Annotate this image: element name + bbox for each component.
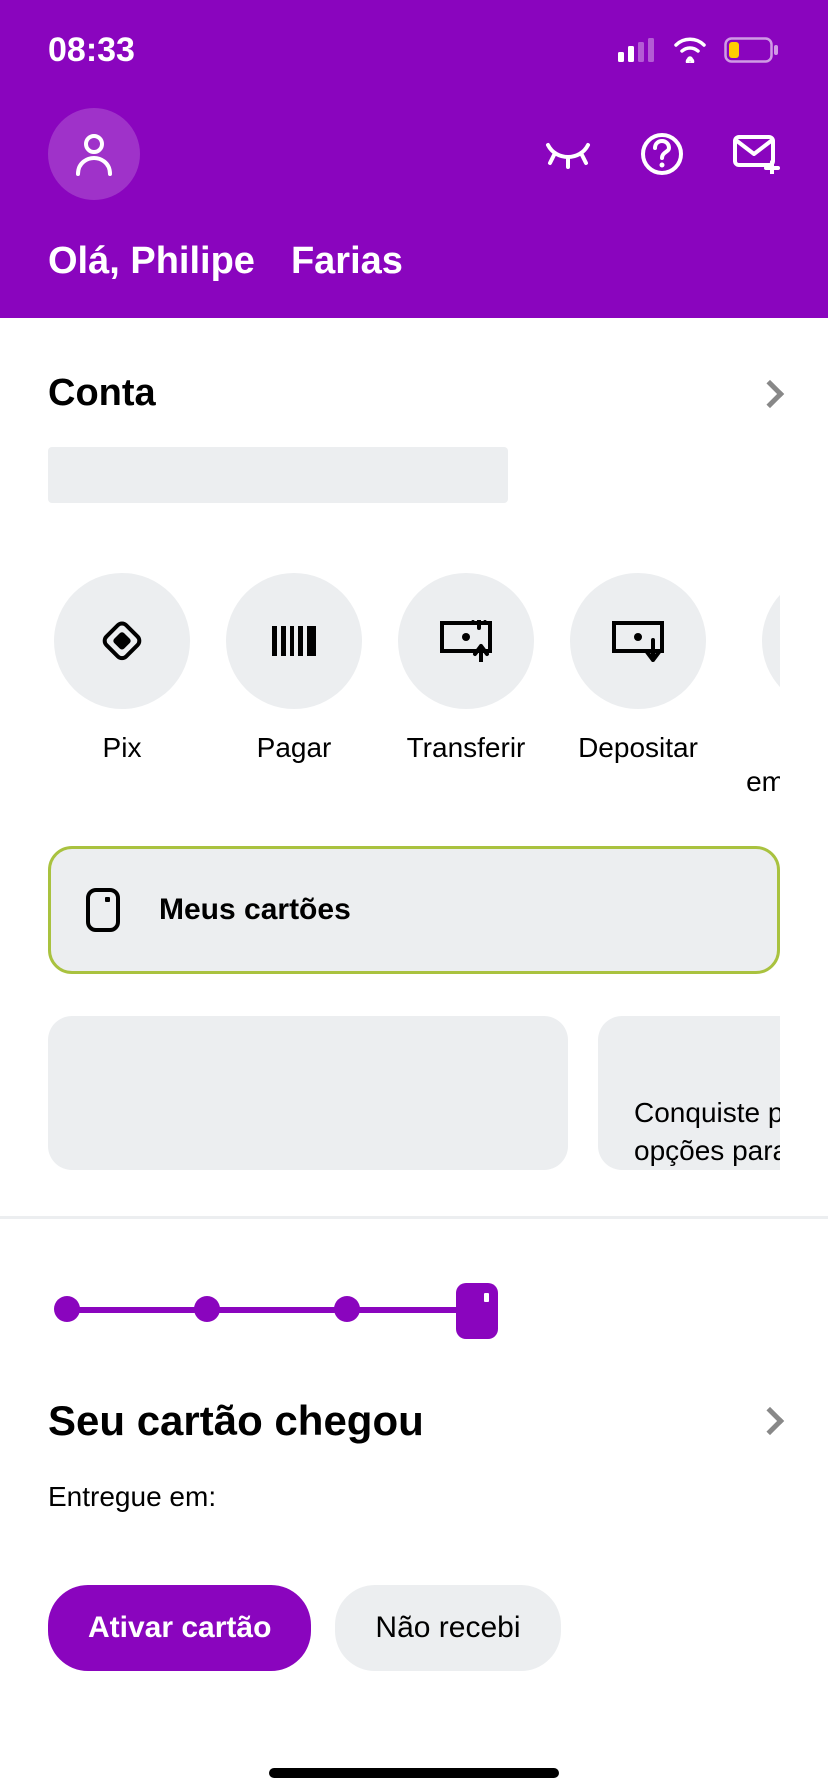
action-label: Pix xyxy=(103,731,142,765)
barcode-icon xyxy=(272,626,316,656)
main-content: Conta Pix Pagar xyxy=(0,372,828,1170)
promo-text: Conquiste p opções para xyxy=(634,1097,780,1166)
section-divider xyxy=(0,1216,828,1219)
action-transferir[interactable]: Transferir xyxy=(392,573,540,798)
eye-closed-icon[interactable] xyxy=(544,139,592,169)
quick-actions: Pix Pagar xyxy=(48,573,780,798)
person-icon xyxy=(74,132,114,176)
app-header: 08:33 xyxy=(0,0,828,318)
card-delivery-progress xyxy=(48,1279,780,1339)
account-title: Conta xyxy=(48,372,156,415)
status-bar: 08:33 xyxy=(48,0,780,100)
status-time: 08:33 xyxy=(48,31,135,70)
my-cards-label: Meus cartões xyxy=(159,893,351,927)
transfer-in-icon xyxy=(611,620,665,662)
activate-card-button[interactable]: Ativar cartão xyxy=(48,1585,311,1671)
progress-step xyxy=(54,1296,80,1322)
profile-avatar[interactable] xyxy=(48,108,140,200)
promo-card[interactable]: Conquiste p opções para xyxy=(598,1016,780,1170)
card-icon xyxy=(85,887,121,933)
progress-step xyxy=(194,1296,220,1322)
action-circle xyxy=(54,573,190,709)
progress-step xyxy=(334,1296,360,1322)
progress-line xyxy=(60,1307,480,1313)
greeting: Olá, Philipe Farias xyxy=(48,240,780,283)
balance-hidden xyxy=(48,447,508,503)
action-pix[interactable]: Pix xyxy=(48,573,196,798)
my-cards-button[interactable]: Meus cartões xyxy=(48,846,780,974)
promo-card[interactable] xyxy=(48,1016,568,1170)
chevron-right-icon xyxy=(756,1407,784,1435)
mail-add-icon[interactable] xyxy=(732,134,780,174)
action-label: Pegar emprestado xyxy=(740,731,780,798)
not-received-button[interactable]: Não recebi xyxy=(335,1585,560,1671)
header-row xyxy=(48,108,780,200)
header-actions xyxy=(544,132,780,176)
status-icons xyxy=(618,37,780,63)
progress-step-final xyxy=(456,1283,498,1339)
cellular-icon xyxy=(618,38,656,62)
chevron-right-icon xyxy=(756,379,784,407)
action-circle xyxy=(398,573,534,709)
action-circle xyxy=(762,573,780,709)
action-label: Transferir xyxy=(407,731,526,765)
action-depositar[interactable]: Depositar xyxy=(564,573,712,798)
greeting-hello: Olá, Philipe xyxy=(48,240,255,283)
promo-carousel[interactable]: Conquiste p opções para xyxy=(48,1016,780,1170)
action-emprestimo[interactable]: Pegar emprestado xyxy=(740,573,780,798)
card-arrived-row[interactable]: Seu cartão chegou xyxy=(48,1397,780,1445)
help-icon[interactable] xyxy=(640,132,684,176)
action-label: Pagar xyxy=(257,731,332,765)
pix-icon xyxy=(97,616,147,666)
battery-low-icon xyxy=(724,37,780,63)
transfer-out-icon xyxy=(439,620,493,662)
delivered-label: Entregue em: xyxy=(48,1481,780,1513)
wifi-icon xyxy=(672,37,708,63)
account-row[interactable]: Conta xyxy=(48,372,780,415)
action-circle xyxy=(226,573,362,709)
card-actions: Ativar cartão Não recebi xyxy=(48,1585,780,1671)
action-circle xyxy=(570,573,706,709)
card-arrived-title: Seu cartão chegou xyxy=(48,1397,424,1445)
greeting-surname: Farias xyxy=(291,240,403,283)
action-pagar[interactable]: Pagar xyxy=(220,573,368,798)
home-indicator[interactable] xyxy=(269,1768,559,1778)
action-label: Depositar xyxy=(578,731,698,765)
